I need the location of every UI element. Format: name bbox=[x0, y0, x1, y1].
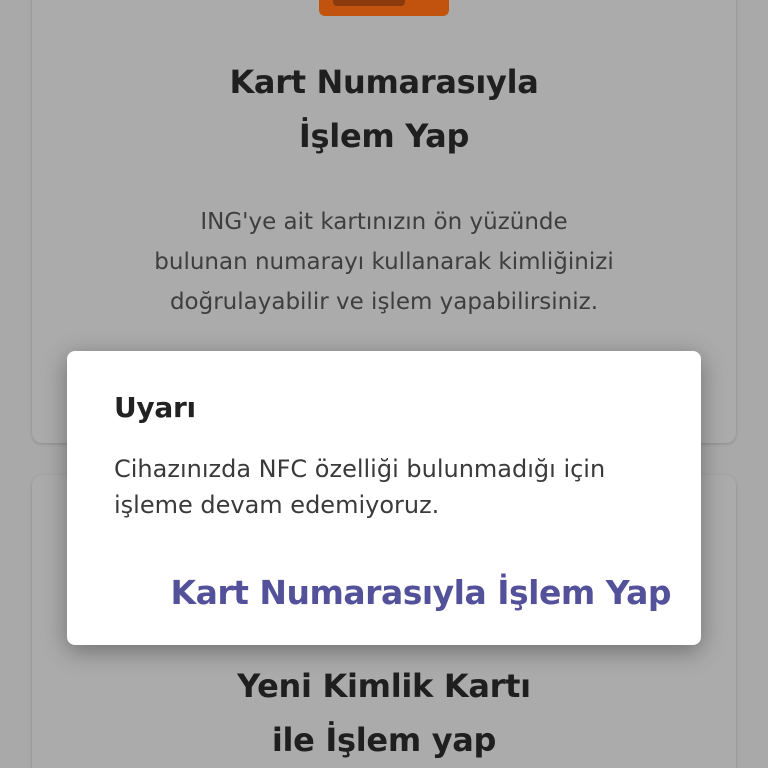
new-id-card-option-title: Yeni Kimlik Kartı ile İşlem yap bbox=[32, 659, 736, 767]
card-number-title-line2: İşlem Yap bbox=[298, 117, 470, 155]
dialog-message-line2: işleme devam edemiyoruz. bbox=[114, 491, 440, 519]
dialog-message: Cihazınızda NFC özelliği bulunmadığı içi… bbox=[114, 451, 654, 523]
nfc-warning-dialog: Uyarı Cihazınızda NFC özelliği bulunmadı… bbox=[67, 351, 701, 645]
continue-with-card-number-button[interactable]: Kart Numarasıyla İşlem Yap bbox=[171, 573, 672, 612]
dialog-title: Uyarı bbox=[114, 391, 196, 424]
dialog-message-line1: Cihazınızda NFC özelliği bulunmadığı içi… bbox=[114, 455, 606, 483]
card-number-desc-line2: bulunan numarayı kullanarak kimliğinizi bbox=[154, 249, 614, 275]
card-number-option-title: Kart Numarasıyla İşlem Yap bbox=[32, 55, 736, 163]
card-illustration-detail bbox=[333, 0, 405, 6]
card-number-option-description: ING'ye ait kartınızın ön yüzünde bulunan… bbox=[32, 202, 736, 322]
new-id-title-line1: Yeni Kimlik Kartı bbox=[237, 667, 531, 705]
card-illustration bbox=[319, 0, 449, 16]
card-number-desc-line3: doğrulayabilir ve işlem yapabilirsiniz. bbox=[169, 289, 599, 315]
card-number-desc-line1: ING'ye ait kartınızın ön yüzünde bbox=[200, 209, 568, 235]
card-number-title-line1: Kart Numarasıyla bbox=[229, 63, 539, 101]
new-id-title-line2: ile İşlem yap bbox=[271, 721, 497, 759]
